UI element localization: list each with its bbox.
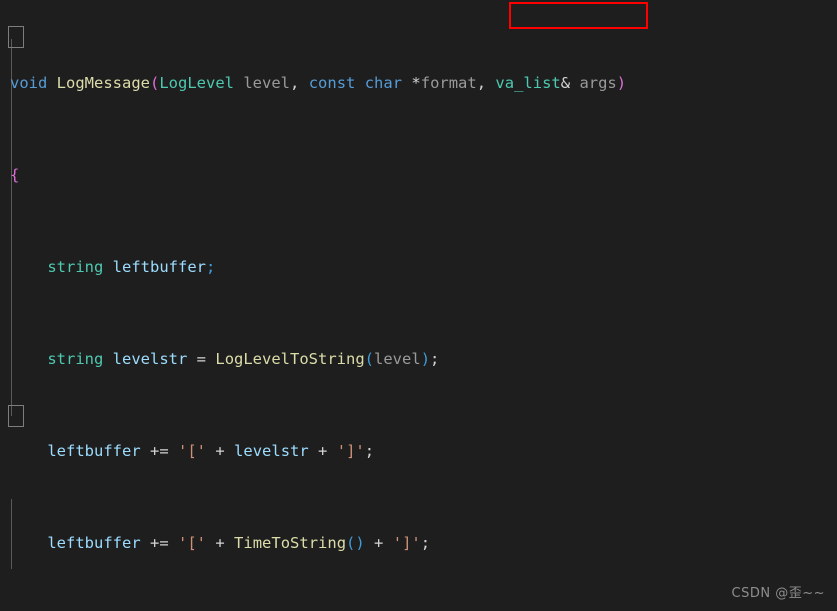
code-line[interactable]: { bbox=[0, 164, 837, 187]
code-line[interactable]: leftbuffer += '[' + levelstr + ']'; bbox=[0, 440, 837, 463]
code-line[interactable]: string levelstr = LogLevelToString(level… bbox=[0, 348, 837, 371]
code-surface[interactable]: void LogMessage(LogLevel level, const ch… bbox=[0, 3, 837, 611]
csdn-watermark: CSDN @歪~~ bbox=[731, 586, 825, 601]
code-line[interactable]: void LogMessage(LogLevel level, const ch… bbox=[0, 72, 837, 95]
code-line[interactable]: leftbuffer += '[' + TimeToString() + ']'… bbox=[0, 532, 837, 555]
code-line[interactable]: string leftbuffer; bbox=[0, 256, 837, 279]
code-editor[interactable]: void LogMessage(LogLevel level, const ch… bbox=[0, 0, 837, 611]
